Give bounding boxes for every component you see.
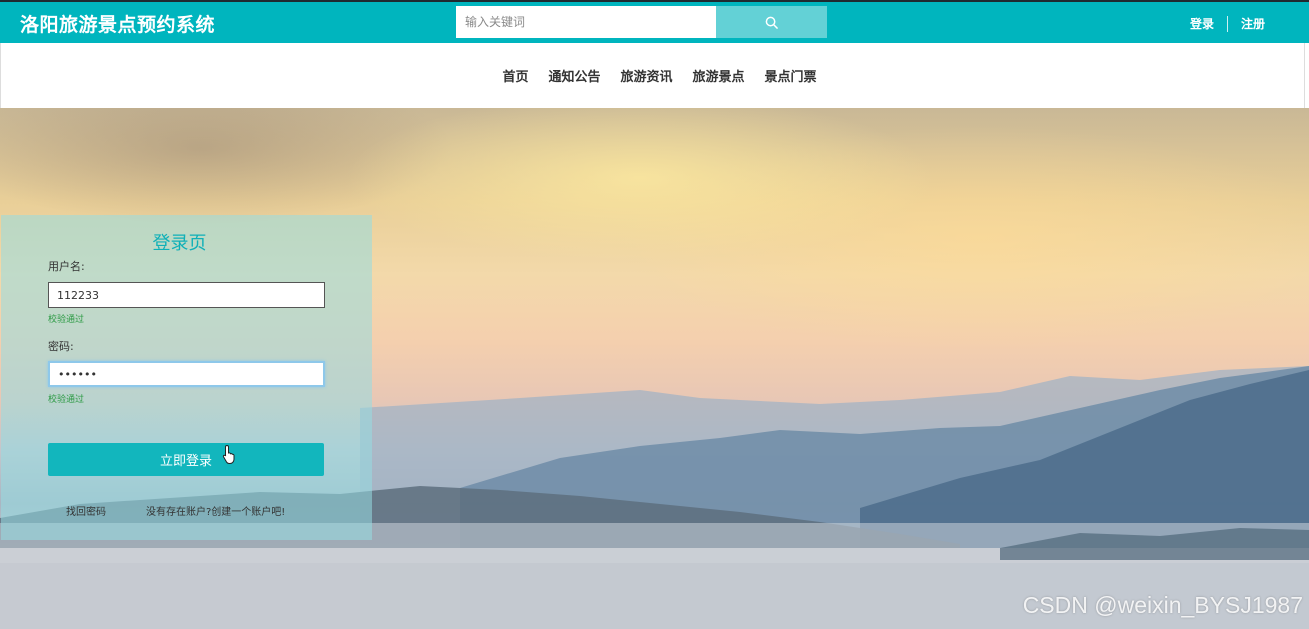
watermark: CSDN @weixin_BYSJ1987: [1022, 592, 1303, 618]
hand-pointer-icon: [222, 444, 235, 464]
nav-menu: 首页 通知公告 旅游资讯 旅游景点 景点门票: [1, 43, 1304, 108]
divider: [1226, 15, 1228, 32]
main-navbar: 首页 通知公告 旅游资讯 旅游景点 景点门票: [0, 43, 1305, 108]
login-panel: 登录页 用户名: 校验通过 密码: 校验通过 立即登录 找回密码 没有存在账户?…: [1, 215, 372, 540]
username-hint: 校验通过: [48, 315, 85, 325]
forgot-password-link[interactable]: 找回密码: [66, 503, 106, 518]
search-input[interactable]: [456, 6, 716, 38]
password-input[interactable]: [48, 361, 325, 387]
register-link[interactable]: 注册: [1241, 15, 1265, 32]
search-button[interactable]: [716, 6, 827, 38]
search-icon: [765, 16, 778, 29]
login-link[interactable]: 登录: [1190, 15, 1214, 32]
nav-item-attractions[interactable]: 旅游景点: [693, 66, 745, 85]
password-label: 密码:: [48, 340, 74, 353]
password-hint: 校验通过: [48, 395, 85, 405]
nav-item-notices[interactable]: 通知公告: [548, 66, 600, 85]
login-title: 登录页: [152, 233, 207, 254]
create-account-link[interactable]: 没有存在账户?创建一个账户吧!: [146, 503, 285, 518]
site-title[interactable]: 洛阳旅游景点预约系统: [20, 10, 215, 37]
auth-links: 登录 注册: [1190, 15, 1265, 32]
top-header: 洛阳旅游景点预约系统 登录 注册: [0, 0, 1309, 43]
nav-item-home[interactable]: 首页: [502, 66, 528, 85]
username-input[interactable]: [48, 282, 325, 308]
login-submit-button[interactable]: 立即登录: [48, 443, 324, 476]
username-label: 用户名:: [48, 260, 85, 273]
nav-item-news[interactable]: 旅游资讯: [620, 66, 672, 85]
nav-item-tickets[interactable]: 景点门票: [765, 66, 817, 85]
